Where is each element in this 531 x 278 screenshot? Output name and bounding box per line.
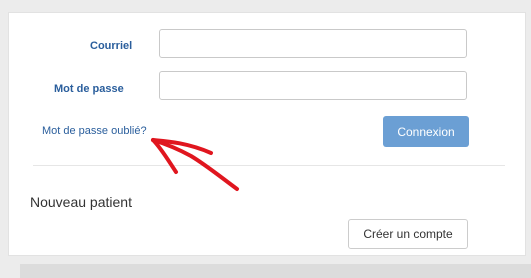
login-card: Courriel Mot de passe Mot de passe oubli… [8, 12, 526, 256]
password-field[interactable] [159, 71, 467, 100]
create-account-button[interactable]: Créer un compte [348, 219, 468, 249]
forgot-password-link[interactable]: Mot de passe oublié? [42, 125, 147, 137]
email-field[interactable] [159, 29, 467, 58]
section-divider [33, 165, 505, 166]
login-page: Courriel Mot de passe Mot de passe oubli… [0, 0, 531, 278]
password-label: Mot de passe [54, 83, 124, 95]
email-label: Courriel [90, 40, 133, 52]
login-button[interactable]: Connexion [383, 116, 469, 147]
bottom-bar [20, 264, 531, 278]
new-patient-title: Nouveau patient [30, 194, 132, 210]
